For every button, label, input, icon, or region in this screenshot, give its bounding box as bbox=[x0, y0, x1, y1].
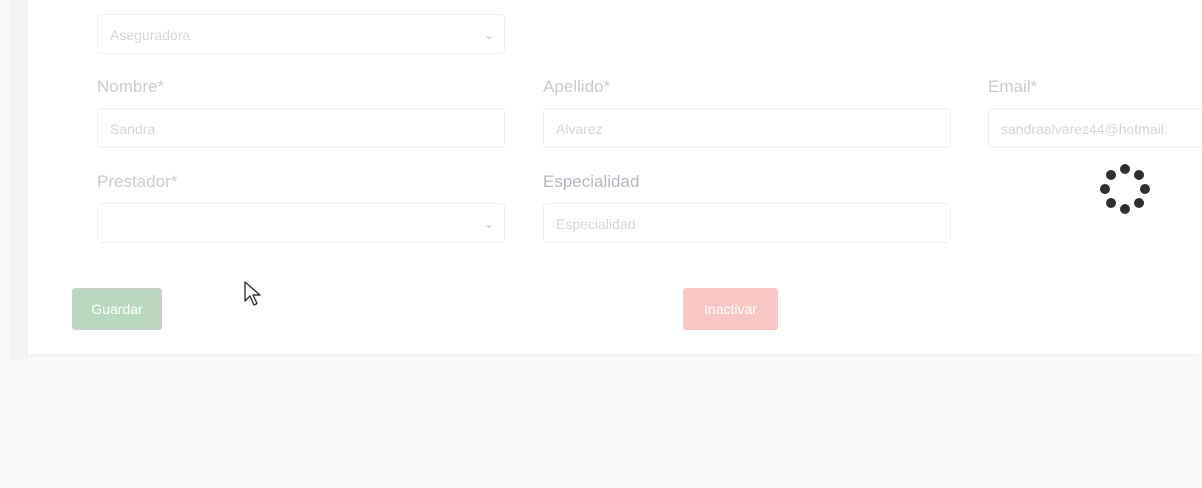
apellido-label: Apellido* bbox=[543, 77, 611, 96]
aseguradora-select[interactable]: Aseguradora ⌄ bbox=[97, 14, 505, 54]
apellido-input[interactable]: Alvarez bbox=[543, 108, 951, 148]
nombre-label: Nombre* bbox=[97, 77, 165, 96]
inactivate-button[interactable]: Inactivar bbox=[683, 288, 778, 330]
save-button[interactable]: Guardar bbox=[72, 288, 162, 330]
nombre-input[interactable]: Sandra bbox=[97, 108, 505, 148]
card-edge bbox=[10, 0, 28, 360]
chevron-down-icon: ⌄ bbox=[483, 217, 494, 231]
mouse-pointer-icon bbox=[244, 281, 261, 306]
page: Aseguradora ⌄ Nombre* Sandra Apellido* A… bbox=[0, 0, 1202, 488]
prestador-label: Prestador* bbox=[97, 172, 178, 191]
prestador-select[interactable]: ⌄ bbox=[97, 203, 505, 243]
loading-spinner-icon bbox=[1100, 164, 1150, 214]
email-label: Email* bbox=[988, 77, 1038, 96]
email-input[interactable]: sandraalvarez44@hotmail. bbox=[988, 108, 1202, 148]
especialidad-placeholder: Especialidad bbox=[556, 216, 636, 232]
especialidad-label: Especialidad bbox=[543, 172, 640, 191]
especialidad-input[interactable]: Especialidad bbox=[543, 203, 951, 243]
chevron-down-icon: ⌄ bbox=[483, 28, 494, 42]
aseguradora-placeholder: Aseguradora bbox=[110, 27, 191, 43]
